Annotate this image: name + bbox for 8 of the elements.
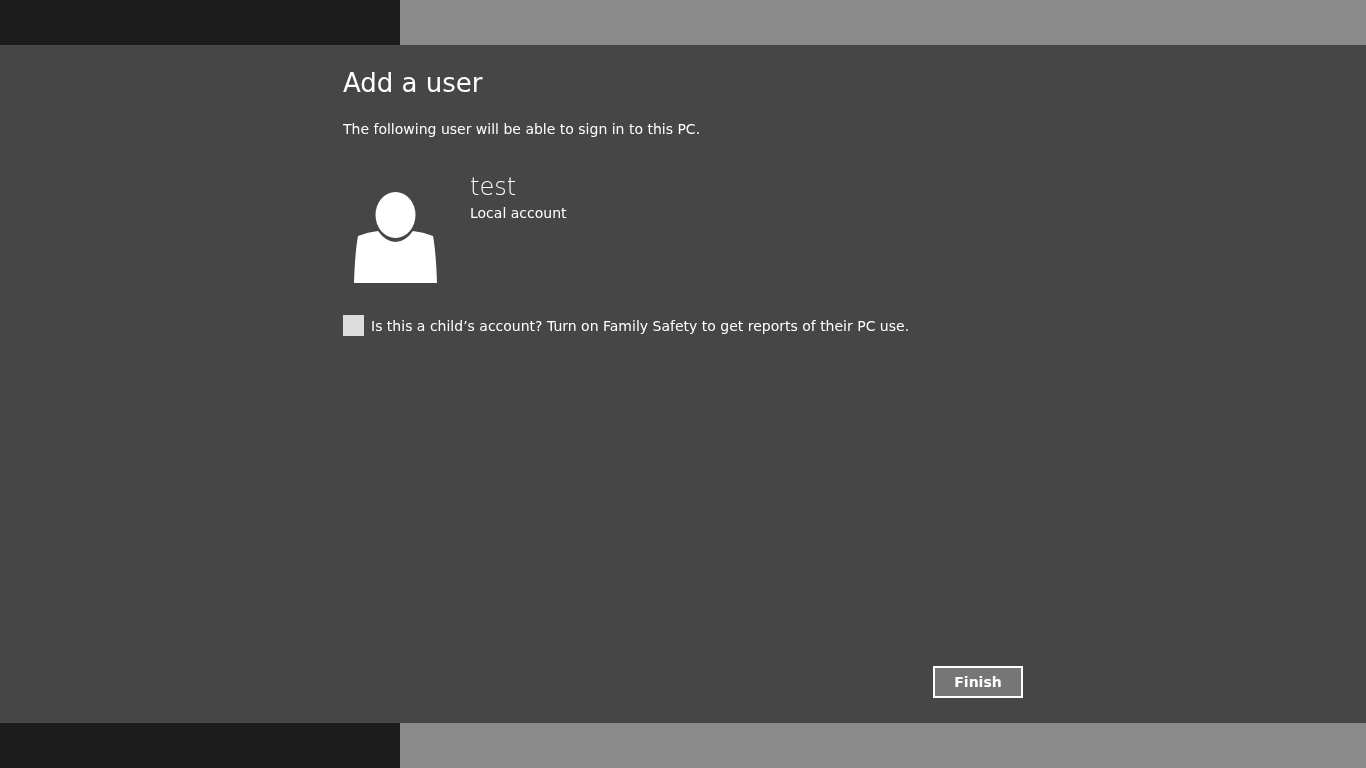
user-silhouette-icon [354,192,437,283]
checkbox[interactable] [343,315,364,336]
finish-button[interactable]: Finish [933,666,1023,698]
user-name: test [470,172,518,203]
page-title: Add a user [343,67,484,100]
subtitle-text: The following user will be able to sign in to this PC. [343,120,702,139]
checkbox-label: Is this a child’s account? Turn on Family Safety to get reports of their PC use. [371,317,910,334]
account-type: Local account [470,204,567,223]
